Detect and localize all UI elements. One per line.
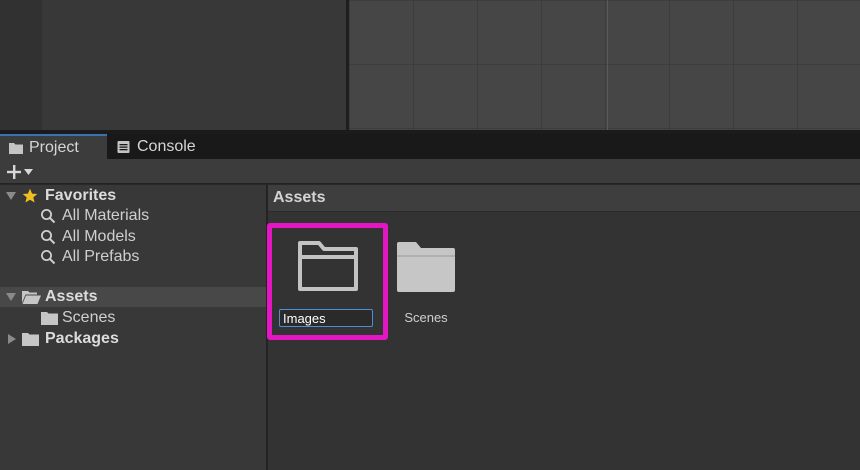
project-folder-tree: Favorites All Materials All Models All P… (0, 185, 266, 470)
tab-project[interactable]: Project (0, 134, 107, 159)
chevron-down-icon (6, 293, 16, 301)
search-icon (41, 250, 56, 265)
plus-icon (7, 165, 21, 179)
search-icon (41, 230, 56, 245)
tree-item-label: Favorites (45, 187, 117, 204)
assets-grid-panel: Assets (268, 185, 860, 470)
folder-outline-icon[interactable] (297, 240, 359, 292)
assets-breadcrumb-bar: Assets (268, 185, 860, 212)
folder-open-icon (22, 291, 41, 304)
hierarchy-gutter (0, 0, 42, 132)
caret-down-icon (24, 169, 33, 175)
chevron-down-icon (6, 192, 16, 200)
create-asset-button[interactable] (6, 161, 42, 183)
tree-item-all-prefabs[interactable]: All Prefabs (0, 247, 266, 267)
tab-console-label: Console (137, 137, 196, 155)
tab-console[interactable]: Console (108, 134, 218, 159)
search-icon (41, 209, 56, 224)
breadcrumb-assets[interactable]: Assets (273, 189, 325, 207)
tab-project-label: Project (29, 138, 79, 156)
star-icon (22, 188, 38, 203)
tree-item-label: All Models (62, 228, 136, 245)
scene-axis-line (607, 0, 608, 132)
tree-item-favorites[interactable]: Favorites (0, 186, 266, 206)
tree-item-all-models[interactable]: All Models (0, 227, 266, 247)
console-icon (117, 140, 130, 153)
chevron-right-icon (8, 334, 16, 344)
folder-icon (9, 142, 23, 154)
tree-item-label: All Prefabs (62, 248, 140, 265)
bottom-tab-bar: Project Console (0, 134, 860, 159)
tree-item-all-materials[interactable]: All Materials (0, 206, 266, 226)
tree-item-packages[interactable]: Packages (0, 329, 266, 349)
tree-item-label: All Materials (62, 207, 150, 224)
asset-item-label: Scenes (404, 310, 448, 325)
project-toolbar (0, 159, 860, 184)
folder-icon[interactable] (395, 241, 457, 293)
tree-item-scenes[interactable]: Scenes (0, 308, 266, 328)
tree-item-label: Scenes (62, 309, 116, 326)
tree-item-assets[interactable]: Assets (0, 287, 266, 307)
folder-icon (41, 312, 58, 325)
hierarchy-panel (0, 0, 346, 132)
folder-rename-input[interactable] (279, 309, 373, 327)
tree-item-label: Assets (45, 288, 98, 305)
scene-view[interactable] (349, 0, 860, 132)
folder-icon (22, 333, 39, 346)
tree-item-label: Packages (45, 330, 119, 347)
